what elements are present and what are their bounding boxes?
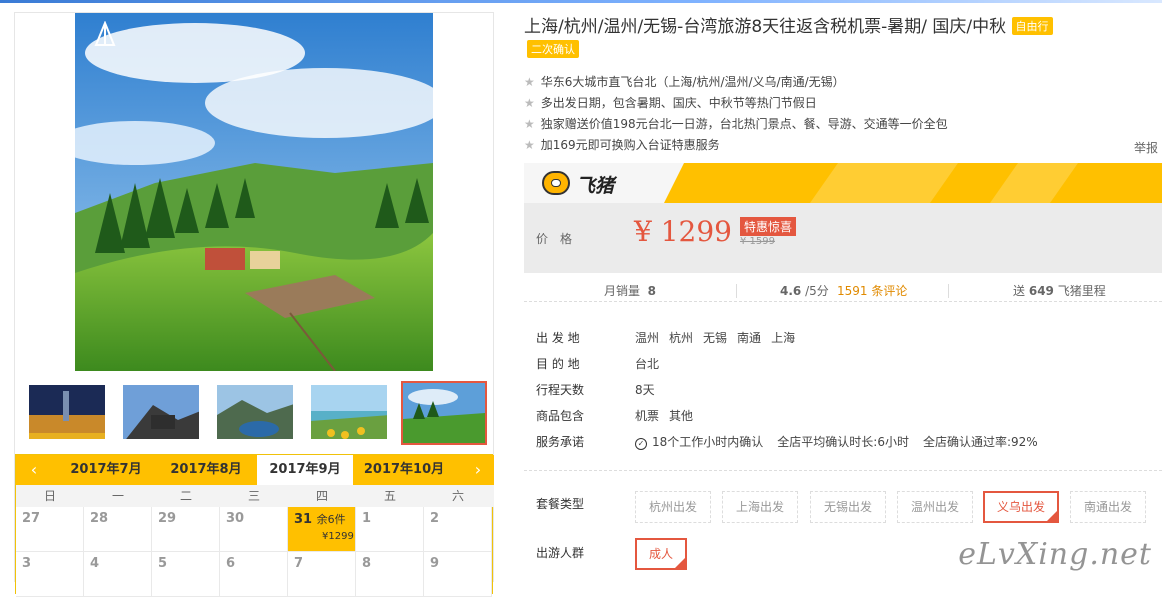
info-label-includes: 商品包含: [536, 407, 584, 424]
calendar-day: 27: [16, 507, 84, 552]
thumb-flowers-coast[interactable]: [309, 383, 389, 441]
weekday-label: 日: [16, 485, 84, 507]
thumb-green-valley[interactable]: [401, 381, 487, 445]
star-icon: ★: [524, 138, 535, 152]
brand-logo: [85, 21, 125, 65]
gallery-panel: ‹ 2017年7月 2017年8月 2017年9月 2017年10月 › 日 一…: [14, 12, 494, 582]
package-option[interactable]: 南通出发: [1070, 491, 1146, 523]
info-label-service: 服务承诺: [536, 433, 584, 450]
reviews-link[interactable]: 1591 条评论: [837, 282, 907, 299]
calendar-day: 2: [424, 507, 492, 552]
package-option[interactable]: 无锡出发: [810, 491, 886, 523]
weekday-label: 二: [152, 485, 220, 507]
month-tab-oct[interactable]: 2017年10月: [356, 455, 452, 485]
info-label-departure: 出 发 地: [536, 329, 580, 346]
product-title: 上海/杭州/温州/无锡-台湾旅游8天往返含税机票-暑期/ 国庆/中秋: [524, 17, 1006, 37]
calendar-day: 1: [356, 507, 424, 552]
traveler-group-label: 出游人群: [536, 544, 584, 561]
info-label-destination: 目 的 地: [536, 355, 580, 372]
stock-text: 余6件: [317, 513, 346, 526]
report-link[interactable]: 举报: [1134, 139, 1158, 156]
calendar-day: 9: [424, 552, 492, 597]
feature-item: ★华东6大城市直飞台北（上海/杭州/温州/义乌/南通/无锡）: [524, 73, 845, 90]
weekday-row: 日 一 二 三 四 五 六: [16, 485, 494, 507]
calendar-header: ‹ 2017年7月 2017年8月 2017年9月 2017年10月 ›: [16, 455, 494, 485]
month-tab-aug[interactable]: 2017年8月: [158, 455, 254, 485]
month-tab-jul[interactable]: 2017年7月: [58, 455, 154, 485]
calendar-day: 4: [84, 552, 152, 597]
feature-item: ★独家赠送价值198元台北一日游，台北热门景点、餐、导游、交通等一价全包: [524, 115, 948, 132]
thumb-coast-lake[interactable]: [215, 383, 295, 441]
weekday-label: 一: [84, 485, 152, 507]
calendar-day-available[interactable]: 31 余6件 ¥1299: [288, 507, 356, 552]
calendar-day: 8: [356, 552, 424, 597]
thumbnail-strip: [23, 381, 493, 445]
monthly-sales: 月销量 8: [604, 282, 656, 299]
package-option-selected[interactable]: 义乌出发: [983, 491, 1059, 523]
stats-row: 月销量 8 4.6 /5分 1591 条评论 送 649 飞猪里程: [524, 278, 1162, 302]
service-values: ✓18个工作小时内确认全店平均确认时长:6小时全店确认通过率:92%: [635, 433, 1048, 450]
calendar-day: 5: [152, 552, 220, 597]
feature-item: ★多出发日期，包含暑期、国庆、中秋节等热门节假日: [524, 94, 817, 111]
rating: 4.6 /5分: [780, 282, 829, 299]
check-circle-icon: ✓: [635, 438, 647, 450]
star-icon: ★: [524, 117, 535, 131]
calendar-day: 28: [84, 507, 152, 552]
includes-values: 机票其他: [635, 407, 703, 424]
miles-reward: 送 649 飞猪里程: [1013, 282, 1106, 299]
main-product-image: [75, 13, 433, 371]
calendar-next-button[interactable]: ›: [468, 455, 488, 485]
product-detail-panel: 上海/杭州/温州/无锡-台湾旅游8天往返含税机票-暑期/ 国庆/中秋 自由行 二…: [524, 0, 1162, 582]
calendar-day: 6: [220, 552, 288, 597]
destination-value: 台北: [635, 355, 659, 372]
confirm-tag-row: 二次确认: [527, 40, 579, 58]
calendar-day: 30: [220, 507, 288, 552]
package-option[interactable]: 杭州出发: [635, 491, 711, 523]
weekday-label: 四: [288, 485, 356, 507]
traveler-group-adult[interactable]: 成人: [635, 538, 687, 570]
month-tab-sep[interactable]: 2017年9月: [257, 455, 353, 485]
calendar-prev-button[interactable]: ‹: [24, 455, 44, 485]
product-title-row: 上海/杭州/温州/无锡-台湾旅游8天往返含税机票-暑期/ 国庆/中秋 自由行: [524, 12, 1053, 37]
weekday-label: 五: [356, 485, 424, 507]
brand-bar: 飞猪: [524, 163, 1162, 203]
weekday-label: 六: [424, 485, 492, 507]
calendar-day: 3: [16, 552, 84, 597]
departure-cities: 温州杭州无锡南通上海: [635, 329, 805, 346]
thumb-mountain-sign[interactable]: [121, 383, 201, 441]
price-label: 价 格: [536, 230, 572, 247]
calendar-day: 7: [288, 552, 356, 597]
secondary-confirm-tag: 二次确认: [527, 40, 579, 58]
feature-item: ★加169元即可换购入台证特惠服务: [524, 136, 720, 153]
section-divider: [524, 470, 1162, 471]
star-icon: ★: [524, 96, 535, 110]
site-watermark: eLvXing.net: [958, 537, 1152, 572]
self-guided-tag: 自由行: [1012, 17, 1053, 35]
promo-badge: 特惠惊喜: [740, 217, 796, 236]
day-number: 31: [294, 512, 312, 527]
star-icon: ★: [524, 75, 535, 89]
pig-logo-icon: [542, 171, 570, 195]
calendar-day: 29: [152, 507, 220, 552]
price-value: ¥ 1299: [634, 215, 732, 248]
brand-name: 飞猪: [576, 171, 614, 198]
info-label-days: 行程天数: [536, 381, 584, 398]
days-value: 8天: [635, 381, 655, 398]
weekday-label: 三: [220, 485, 288, 507]
thumb-city-night[interactable]: [27, 383, 107, 441]
original-price: ¥ 1599: [740, 236, 775, 247]
package-option[interactable]: 上海出发: [722, 491, 798, 523]
departure-calendar: ‹ 2017年7月 2017年8月 2017年9月 2017年10月 › 日 一…: [15, 454, 493, 594]
package-type-label: 套餐类型: [536, 495, 584, 512]
price-box: 价 格 ¥ 1299 特惠惊喜 ¥ 1599: [524, 203, 1162, 273]
day-price: ¥1299: [322, 531, 354, 542]
package-option[interactable]: 温州出发: [897, 491, 973, 523]
